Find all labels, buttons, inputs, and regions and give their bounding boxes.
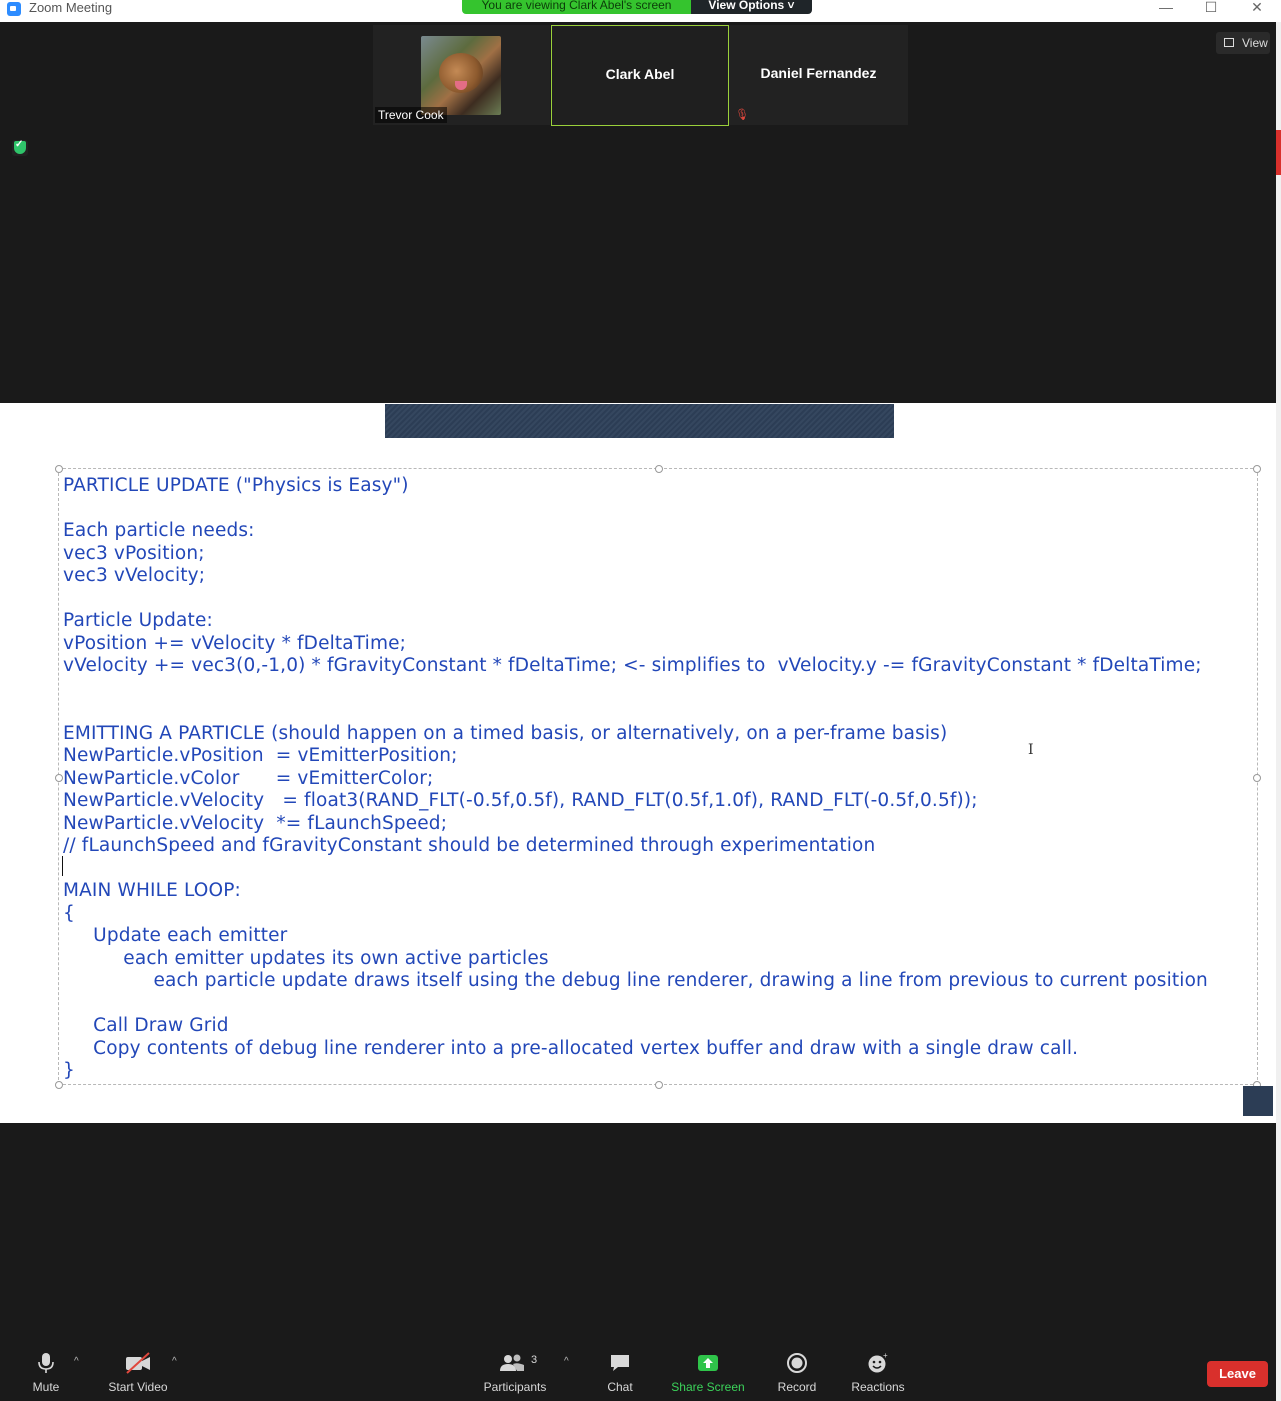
video-tile-clark[interactable]: Clark Abel — [551, 25, 729, 126]
code-line: vec3 vPosition; — [63, 542, 205, 564]
code-line: PARTICLE UPDATE ("Physics is Easy") — [63, 475, 409, 496]
resize-handle[interactable] — [1253, 774, 1261, 782]
participants-options-chevron-icon[interactable]: ^ — [564, 1356, 569, 1367]
code-line: // fLaunchSpeed and fGravityConstant sho… — [63, 835, 876, 856]
close-icon[interactable]: ✕ — [1237, 0, 1277, 16]
start-video-label: Start Video — [108, 1380, 168, 1394]
resize-handle[interactable] — [55, 465, 63, 473]
viewing-screen-banner: You are viewing Clark Abel's screen — [462, 0, 691, 14]
chat-button[interactable]: Chat — [595, 1338, 645, 1401]
participant-name: Daniel Fernandez — [760, 65, 877, 81]
video-tile-daniel[interactable]: Daniel Fernandez 🎙︎ — [729, 25, 908, 125]
view-button-label: View — [1242, 36, 1268, 50]
record-label: Record — [777, 1380, 817, 1394]
code-line: NewParticle.vPosition = vEmitterPosition… — [63, 745, 458, 766]
code-line: NewParticle.vColor = vEmitterColor; — [63, 767, 434, 789]
title-bar: Zoom Meeting You are viewing Clark Abel'… — [0, 0, 1281, 22]
svg-text:+: + — [883, 1352, 888, 1360]
scrollbar-marker — [1276, 130, 1281, 175]
record-icon — [787, 1353, 807, 1373]
participant-name: Trevor Cook — [375, 107, 447, 123]
view-options-button[interactable]: View Options ˅ — [691, 0, 812, 14]
code-line: each particle update draws itself using … — [63, 970, 1208, 991]
reactions-label: Reactions — [851, 1380, 905, 1394]
minimize-icon[interactable]: — — [1146, 0, 1186, 16]
record-button[interactable]: Record — [772, 1338, 822, 1401]
ibeam-cursor-icon: I — [1028, 742, 1034, 758]
chat-label: Chat — [607, 1380, 633, 1394]
chat-icon — [611, 1355, 629, 1371]
code-line: } — [63, 1060, 75, 1081]
code-line: each emitter updates its own active part… — [63, 947, 549, 969]
shared-screen[interactable]: PARTICLE UPDATE ("Physics is Easy") Each… — [0, 403, 1276, 1123]
reactions-button[interactable]: + Reactions — [848, 1338, 908, 1401]
meeting-toolbar: Mute ^ Start Video ^ 3 Participants ^ Ch… — [0, 1338, 1276, 1401]
meeting-area: Trevor Cook Clark Abel Daniel Fernandez … — [0, 22, 1276, 403]
code-line: Each particle needs: — [63, 520, 255, 541]
share-screen-label: Share Screen — [671, 1380, 745, 1394]
resize-handle[interactable] — [55, 1081, 63, 1089]
video-options-chevron-icon[interactable]: ^ — [172, 1356, 177, 1367]
encryption-shield-icon[interactable] — [12, 139, 28, 156]
participants-count: 3 — [531, 1354, 538, 1366]
code-line: Copy contents of debug line renderer int… — [63, 1037, 1079, 1059]
resize-handle[interactable] — [655, 465, 663, 473]
code-line: NewParticle.vVelocity = float3(RAND_FLT(… — [63, 790, 978, 811]
window-title: Zoom Meeting — [29, 0, 113, 15]
slide-code-text: PARTICLE UPDATE ("Physics is Easy") Each… — [63, 475, 1253, 1083]
code-line: vPosition += vVelocity * fDeltaTime; — [63, 632, 407, 654]
video-off-icon — [126, 1352, 150, 1374]
participants-label: Participants — [483, 1380, 547, 1394]
code-line: { — [63, 902, 75, 924]
zoom-app-icon — [7, 2, 21, 16]
video-tile-trevor[interactable]: Trevor Cook — [373, 25, 550, 125]
participants-icon — [499, 1354, 524, 1371]
slide-header-banner — [385, 404, 894, 438]
code-line: MAIN WHILE LOOP: — [63, 880, 241, 901]
audio-options-chevron-icon[interactable]: ^ — [74, 1356, 79, 1367]
leave-button[interactable]: Leave — [1207, 1361, 1268, 1387]
mute-button[interactable]: Mute — [16, 1338, 76, 1401]
code-line: EMITTING A PARTICLE (should happen on a … — [63, 722, 948, 744]
muted-mic-icon: 🎙︎ — [735, 109, 749, 121]
resize-handle[interactable] — [1253, 465, 1261, 473]
code-line: Particle Update: — [63, 610, 213, 631]
microphone-icon — [38, 1353, 54, 1373]
participants-button[interactable]: 3 Participants — [480, 1338, 550, 1401]
slide-thumbnail[interactable] — [1243, 1086, 1273, 1116]
reactions-smiley-icon: + — [868, 1352, 888, 1373]
code-line: vVelocity += vec3(0,-1,0) * fGravityCons… — [63, 655, 1202, 676]
share-screen-icon — [698, 1355, 718, 1371]
resize-handle[interactable] — [55, 774, 63, 782]
gallery-grid-icon — [1224, 38, 1234, 47]
share-screen-button[interactable]: Share Screen — [668, 1338, 748, 1401]
code-line: Call Draw Grid — [63, 1015, 229, 1036]
text-caret — [62, 856, 63, 876]
code-line: Update each emitter — [63, 925, 288, 946]
participant-video — [421, 36, 501, 115]
code-line: vec3 vVelocity; — [63, 565, 206, 586]
code-line: NewParticle.vVelocity *= fLaunchSpeed; — [63, 812, 448, 834]
mute-label: Mute — [32, 1380, 60, 1394]
maximize-icon[interactable]: ☐ — [1191, 0, 1231, 16]
view-button[interactable]: View — [1216, 32, 1270, 54]
participant-name: Clark Abel — [605, 66, 675, 82]
start-video-button[interactable]: Start Video — [100, 1338, 176, 1401]
slide-text-box[interactable]: PARTICLE UPDATE ("Physics is Easy") Each… — [55, 465, 1261, 1089]
scrollbar[interactable] — [1276, 22, 1281, 1401]
